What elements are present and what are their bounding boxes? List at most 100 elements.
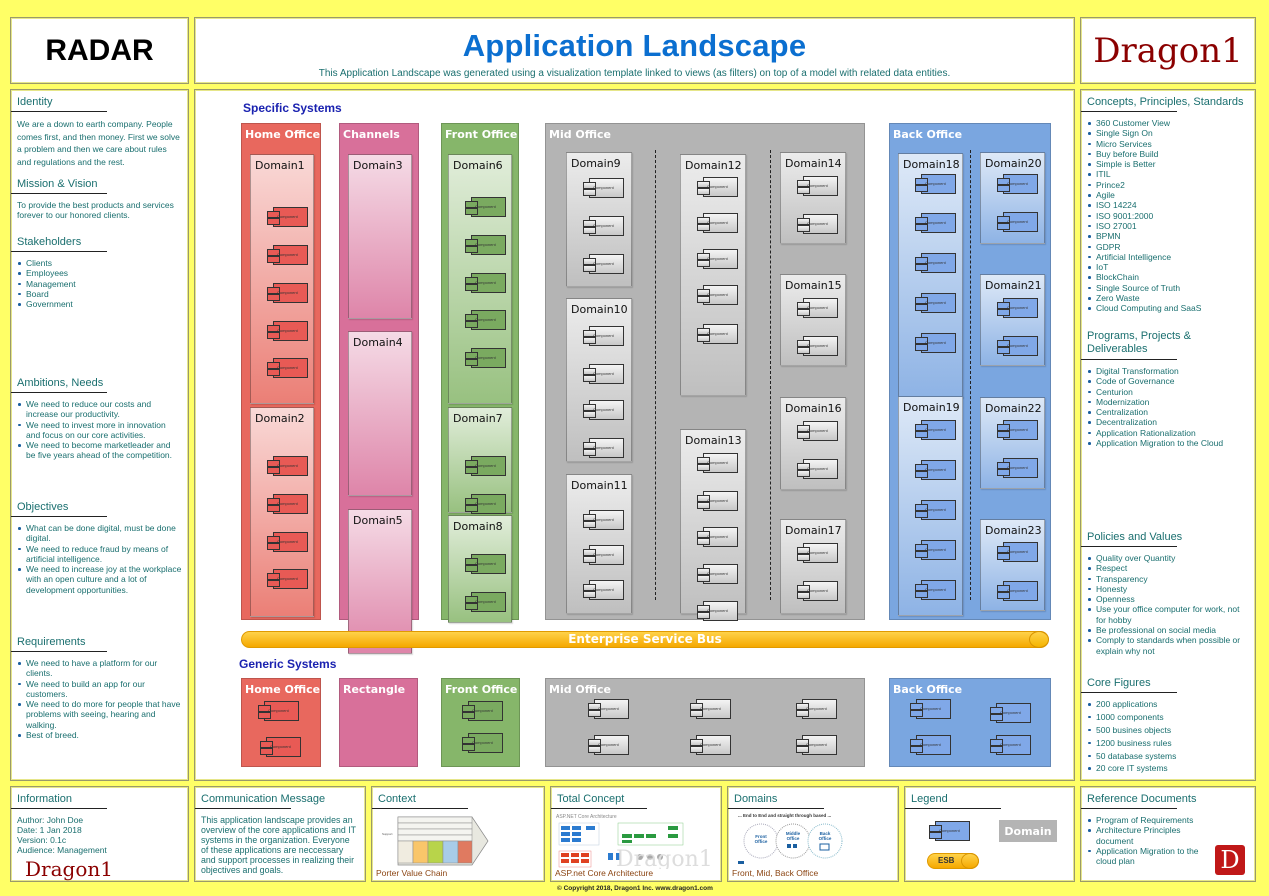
enterprise-service-bus[interactable]: Enterprise Service Bus — [241, 631, 1049, 648]
component-icon[interactable]: Component — [465, 456, 506, 476]
component-icon[interactable]: Component — [797, 543, 838, 563]
component-icon[interactable]: Component — [697, 177, 738, 197]
domain-box[interactable]: Domain11 Component Component Component — [566, 474, 632, 614]
component-icon[interactable]: Component — [267, 358, 308, 378]
component-icon[interactable]: Component — [583, 400, 624, 420]
component-icon[interactable]: Component — [267, 245, 308, 265]
domain-box[interactable]: Domain23 Component Component — [980, 519, 1045, 611]
component-icon[interactable]: Component — [462, 701, 503, 721]
domain-box[interactable]: Domain3 — [348, 154, 412, 319]
component-icon[interactable]: Component — [697, 285, 738, 305]
component-icon[interactable]: Component — [997, 581, 1038, 601]
component-icon[interactable]: Component — [267, 283, 308, 303]
component-icon[interactable]: Component — [797, 581, 838, 601]
component-icon[interactable]: Component — [583, 178, 624, 198]
component-icon[interactable]: Component — [462, 733, 503, 753]
component-icon[interactable]: Component — [915, 174, 956, 194]
component-icon[interactable]: Component — [797, 214, 838, 234]
domain-box[interactable]: Domain1 Component Component Component Compon… — [250, 154, 314, 404]
component-icon[interactable]: Component — [915, 253, 956, 273]
component-icon[interactable]: Component — [690, 735, 731, 755]
component-icon[interactable]: Component — [797, 298, 838, 318]
component-icon[interactable]: Component — [797, 459, 838, 479]
component-icon[interactable]: Component — [465, 310, 506, 330]
component-icon[interactable]: Component — [465, 592, 506, 612]
domain-box[interactable]: Domain12 Component Component Component Compo… — [680, 154, 746, 396]
component-icon[interactable]: Component — [697, 527, 738, 547]
component-icon[interactable]: Component — [697, 249, 738, 269]
component-icon[interactable]: Component — [583, 364, 624, 384]
component-icon[interactable]: Component — [796, 735, 837, 755]
component-icon[interactable]: Component — [915, 460, 956, 480]
domain-box[interactable]: Domain7 Component Component — [448, 407, 512, 514]
domain-box[interactable]: Domain6 Component Component Component Compon… — [448, 154, 512, 404]
component-icon[interactable]: Component — [797, 176, 838, 196]
domain-box[interactable]: Domain15 Component Component — [780, 274, 846, 366]
component-icon[interactable]: Component — [258, 701, 299, 721]
component-icon[interactable]: Component — [997, 420, 1038, 440]
component-icon[interactable]: Component — [915, 333, 956, 353]
component-icon[interactable]: Component — [697, 601, 738, 621]
component-icon[interactable]: Component — [910, 735, 951, 755]
domain-box[interactable]: Domain14 Component Component — [780, 152, 846, 244]
component-icon[interactable]: Component — [997, 298, 1038, 318]
domain-box[interactable]: Domain4 — [348, 331, 412, 496]
component-icon[interactable]: Component — [583, 216, 624, 236]
component-icon[interactable]: Component — [796, 699, 837, 719]
component-icon[interactable]: Component — [915, 580, 956, 600]
domain-box[interactable]: Domain10 Component Component Component Compo… — [566, 298, 632, 462]
domain-box[interactable]: Domain21 Component Component — [980, 274, 1045, 366]
component-icon[interactable]: Component — [990, 735, 1031, 755]
domain-box[interactable]: Domain13 Component Component Component Compo… — [680, 429, 746, 621]
component-icon[interactable]: Component — [915, 540, 956, 560]
component-icon[interactable]: Component — [697, 564, 738, 584]
component-icon[interactable]: Component — [583, 438, 624, 458]
component-icon[interactable]: Component — [465, 197, 506, 217]
component-icon[interactable]: Component — [997, 174, 1038, 194]
domain-box[interactable]: Domain2 Component Component Component Compon… — [250, 407, 314, 617]
component-icon[interactable]: Component — [267, 321, 308, 341]
component-icon[interactable]: Component — [697, 491, 738, 511]
component-icon[interactable]: Component — [583, 545, 624, 565]
component-icon[interactable]: Component — [465, 554, 506, 574]
component-icon[interactable]: Component — [697, 324, 738, 344]
domain-box[interactable]: Domain18 Component Component Component Compo… — [898, 153, 963, 398]
component-icon[interactable]: Component — [697, 453, 738, 473]
component-icon[interactable]: Component — [465, 273, 506, 293]
component-icon[interactable]: Component — [797, 336, 838, 356]
component-icon[interactable]: Component — [797, 421, 838, 441]
domain-box[interactable]: Domain22 Component Component — [980, 397, 1045, 489]
component-icon[interactable]: Component — [997, 336, 1038, 356]
component-icon[interactable]: Component — [915, 293, 956, 313]
component-icon[interactable]: Component — [997, 458, 1038, 478]
component-icon[interactable]: Component — [465, 235, 506, 255]
component-icon[interactable]: Component — [910, 699, 951, 719]
domain-box[interactable]: Domain9 Component Component Component — [566, 152, 632, 287]
component-icon[interactable]: Component — [465, 348, 506, 368]
component-icon[interactable]: Component — [915, 213, 956, 233]
component-icon[interactable]: Component — [583, 580, 624, 600]
component-icon[interactable]: Component — [267, 456, 308, 476]
component-icon[interactable]: Component — [915, 420, 956, 440]
component-icon[interactable]: Component — [465, 494, 506, 514]
component-icon[interactable]: Component — [697, 213, 738, 233]
domain-box[interactable]: Domain16 Component Component — [780, 397, 846, 490]
domain-box[interactable]: Domain19 Component Component Component Compo… — [898, 396, 963, 616]
component-icon[interactable]: Component — [997, 212, 1038, 232]
component-icon[interactable]: Component — [690, 699, 731, 719]
reference-documents-list[interactable]: Program of Requirements Architecture Prin… — [1081, 815, 1211, 866]
component-icon[interactable]: Component — [915, 500, 956, 520]
component-icon[interactable]: Component — [267, 494, 308, 514]
component-icon[interactable]: Component — [583, 326, 624, 346]
component-icon[interactable]: Component — [990, 703, 1031, 723]
component-icon[interactable]: Component — [997, 542, 1038, 562]
component-icon[interactable]: Component — [583, 510, 624, 530]
component-icon[interactable]: Component — [588, 699, 629, 719]
domain-box[interactable]: Domain17 Component Component — [780, 519, 846, 614]
component-icon[interactable]: Component — [588, 735, 629, 755]
component-icon[interactable]: Component — [267, 532, 308, 552]
domain-box[interactable]: Domain20 Component Component — [980, 152, 1045, 244]
component-icon[interactable]: Component — [267, 569, 308, 589]
component-icon[interactable]: Component — [260, 737, 301, 757]
component-icon[interactable]: Component — [583, 254, 624, 274]
